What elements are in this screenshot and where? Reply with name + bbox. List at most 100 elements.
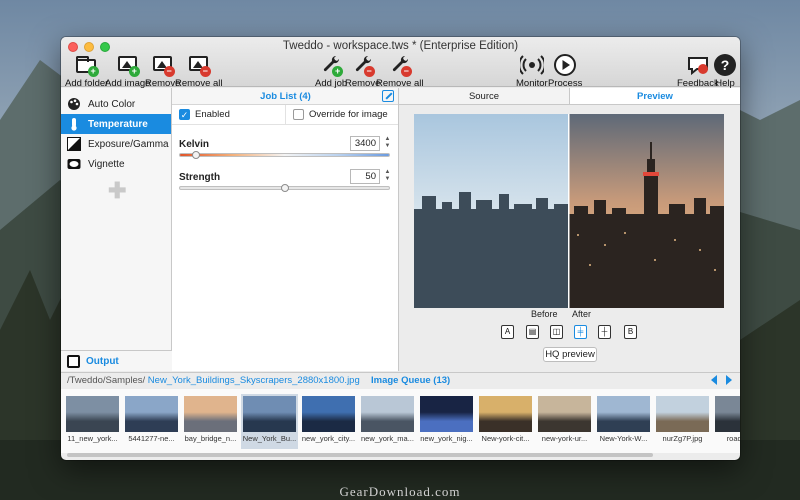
thumbnail-image	[184, 396, 237, 432]
queue-thumbnail[interactable]: road_n...	[713, 394, 740, 449]
strength-input[interactable]: 50	[350, 169, 380, 184]
queue-thumbnail[interactable]: bay_bridge_n...	[182, 394, 239, 449]
path-folder: /Tweddo/Samples/	[67, 375, 146, 386]
thermometer-icon	[71, 118, 77, 131]
view-b-button[interactable]: B	[624, 325, 637, 339]
view-a-b-side-button[interactable]: ◫	[550, 325, 563, 339]
output-button[interactable]: Output	[61, 350, 172, 371]
add-folder-button[interactable]: + Add folder	[65, 53, 108, 89]
path-filename[interactable]: New_York_Buildings_Skyscrapers_2880x1800…	[148, 375, 360, 386]
enabled-checkbox[interactable]: ✓ Enabled	[172, 105, 285, 124]
thumbnail-image	[125, 396, 178, 432]
queue-thumbnail[interactable]: new_york_nig...	[418, 394, 475, 449]
play-icon	[553, 53, 577, 77]
remove-all-images-icon: −	[187, 53, 211, 77]
enabled-label: Enabled	[195, 109, 230, 120]
sidebar-item-temperature[interactable]: Temperature	[61, 114, 171, 134]
thumbnail-image	[656, 396, 709, 432]
help-button[interactable]: ? Help	[713, 53, 737, 89]
watermark: GearDownload.com	[339, 484, 461, 499]
thumbnail-image	[302, 396, 355, 432]
preview-image	[414, 114, 724, 308]
add-job-icon: +	[319, 53, 344, 77]
monitor-icon	[518, 53, 546, 77]
remove-job-icon: −	[351, 53, 375, 77]
strength-control: Strength 50 ▲ ▼	[179, 169, 392, 202]
override-checkbox[interactable]: Override for image	[285, 105, 398, 124]
split-vertical-button[interactable]: ╪	[574, 325, 587, 339]
remove-image-icon: −	[151, 53, 175, 77]
window-title: Tweddo - workspace.tws * (Enterprise Edi…	[282, 40, 519, 52]
tab-source[interactable]: Source	[399, 88, 570, 104]
thumbnail-caption: New_York_Bu...	[242, 434, 297, 443]
image-queue-title: Image Queue (13)	[371, 375, 451, 386]
add-task-plus-icon[interactable]: ✚	[108, 178, 126, 204]
monitor-button[interactable]: Monitor	[516, 53, 548, 89]
tab-preview[interactable]: Preview	[570, 88, 740, 104]
job-list-panel: Job List (4) ✓ Enabled Override for imag…	[172, 88, 399, 371]
kelvin-stepper[interactable]: ▲ ▼	[383, 136, 392, 151]
side-icon: ◫	[552, 327, 561, 336]
thumbnail-caption: nurZg7P.jpg	[662, 434, 703, 443]
hq-preview-button[interactable]: HQ preview	[543, 347, 597, 362]
palette-icon	[68, 98, 80, 110]
output-label: Output	[86, 355, 119, 367]
add-image-button[interactable]: + Add image	[105, 53, 150, 89]
queue-prev-arrow-icon[interactable]	[711, 375, 717, 385]
split-horizontal-button[interactable]: ┼	[598, 325, 611, 339]
queue-thumbnail[interactable]: New-York-W...	[595, 394, 652, 449]
thumbnail-caption: new_york_nig...	[420, 434, 473, 443]
queue-thumbnail[interactable]: new_york_city...	[300, 394, 357, 449]
queue-thumbnail[interactable]: 11_new_york...	[64, 394, 121, 449]
add-folder-icon: +	[75, 53, 99, 77]
queue-thumbnail[interactable]: New-york-cit...	[477, 394, 534, 449]
title-bar: Tweddo - workspace.tws * (Enterprise Edi…	[61, 37, 740, 89]
kelvin-slider-handle[interactable]	[192, 151, 200, 159]
thumbnail-image	[66, 396, 119, 432]
remove-all-images-button[interactable]: − Remove all	[175, 53, 223, 89]
thumbnail-image	[243, 396, 296, 432]
sidebar-item-auto-color[interactable]: Auto Color	[61, 94, 171, 114]
save-disk-icon	[67, 354, 80, 368]
add-image-icon: +	[116, 53, 140, 77]
feedback-icon	[686, 53, 710, 77]
sidebar-item-exposure-gamma[interactable]: Exposure/Gamma	[61, 134, 171, 154]
queue-next-arrow-icon[interactable]	[726, 375, 732, 385]
strength-label: Strength	[179, 172, 221, 183]
kelvin-input[interactable]: 3400	[350, 136, 380, 151]
view-a-button[interactable]: A	[501, 325, 514, 339]
queue-thumbnail[interactable]: nurZg7P.jpg	[654, 394, 711, 449]
thumbnail-image	[538, 396, 591, 432]
strength-slider-handle[interactable]	[281, 184, 289, 192]
add-job-button[interactable]: + Add job	[315, 53, 347, 89]
after-label: After	[572, 309, 592, 319]
checkbox-box	[293, 109, 304, 120]
sidebar-item-vignette[interactable]: Vignette	[61, 154, 171, 174]
queue-thumbnail[interactable]: New_York_Bu...	[241, 394, 298, 449]
process-button[interactable]: Process	[548, 53, 582, 89]
job-list-title: Job List (4)	[260, 91, 311, 102]
thumbnail-image	[715, 396, 740, 432]
job-sidebar: Auto Color Temperature Exposure/Gamma Vi…	[61, 88, 172, 371]
kelvin-control: Kelvin 3400 ▲ ▼	[179, 136, 392, 169]
thumbnail-caption: new_york_city...	[301, 434, 356, 443]
checkmark-icon: ✓	[179, 109, 190, 120]
strength-stepper[interactable]: ▲ ▼	[383, 169, 392, 184]
sidebar-item-label: Exposure/Gamma	[88, 138, 169, 150]
queue-scrollbar[interactable]	[67, 453, 653, 457]
kelvin-slider[interactable]	[179, 153, 390, 157]
app-window: Tweddo - workspace.tws * (Enterprise Edi…	[61, 37, 740, 460]
edit-icon[interactable]	[382, 90, 394, 102]
exposure-icon	[67, 137, 81, 151]
view-a-b-stacked-button[interactable]: ▤	[526, 325, 539, 339]
thumbnail-caption: 11_new_york...	[67, 434, 118, 443]
queue-thumbnail[interactable]: 5441277-ne...	[123, 394, 180, 449]
thumbnail-strip: 11_new_york... 5441277-ne... bay_bridge_n.…	[61, 389, 740, 453]
thumbnail-caption: new_york_ma...	[361, 434, 414, 443]
sidebar-item-label: Temperature	[88, 118, 148, 130]
queue-thumbnail[interactable]: new-york-ur...	[536, 394, 593, 449]
current-path: /Tweddo/Samples/ New_York_Buildings_Skys…	[67, 375, 360, 386]
remove-all-jobs-icon: −	[388, 53, 412, 77]
remove-all-jobs-button[interactable]: − Remove all	[376, 53, 424, 89]
queue-thumbnail[interactable]: new_york_ma...	[359, 394, 416, 449]
